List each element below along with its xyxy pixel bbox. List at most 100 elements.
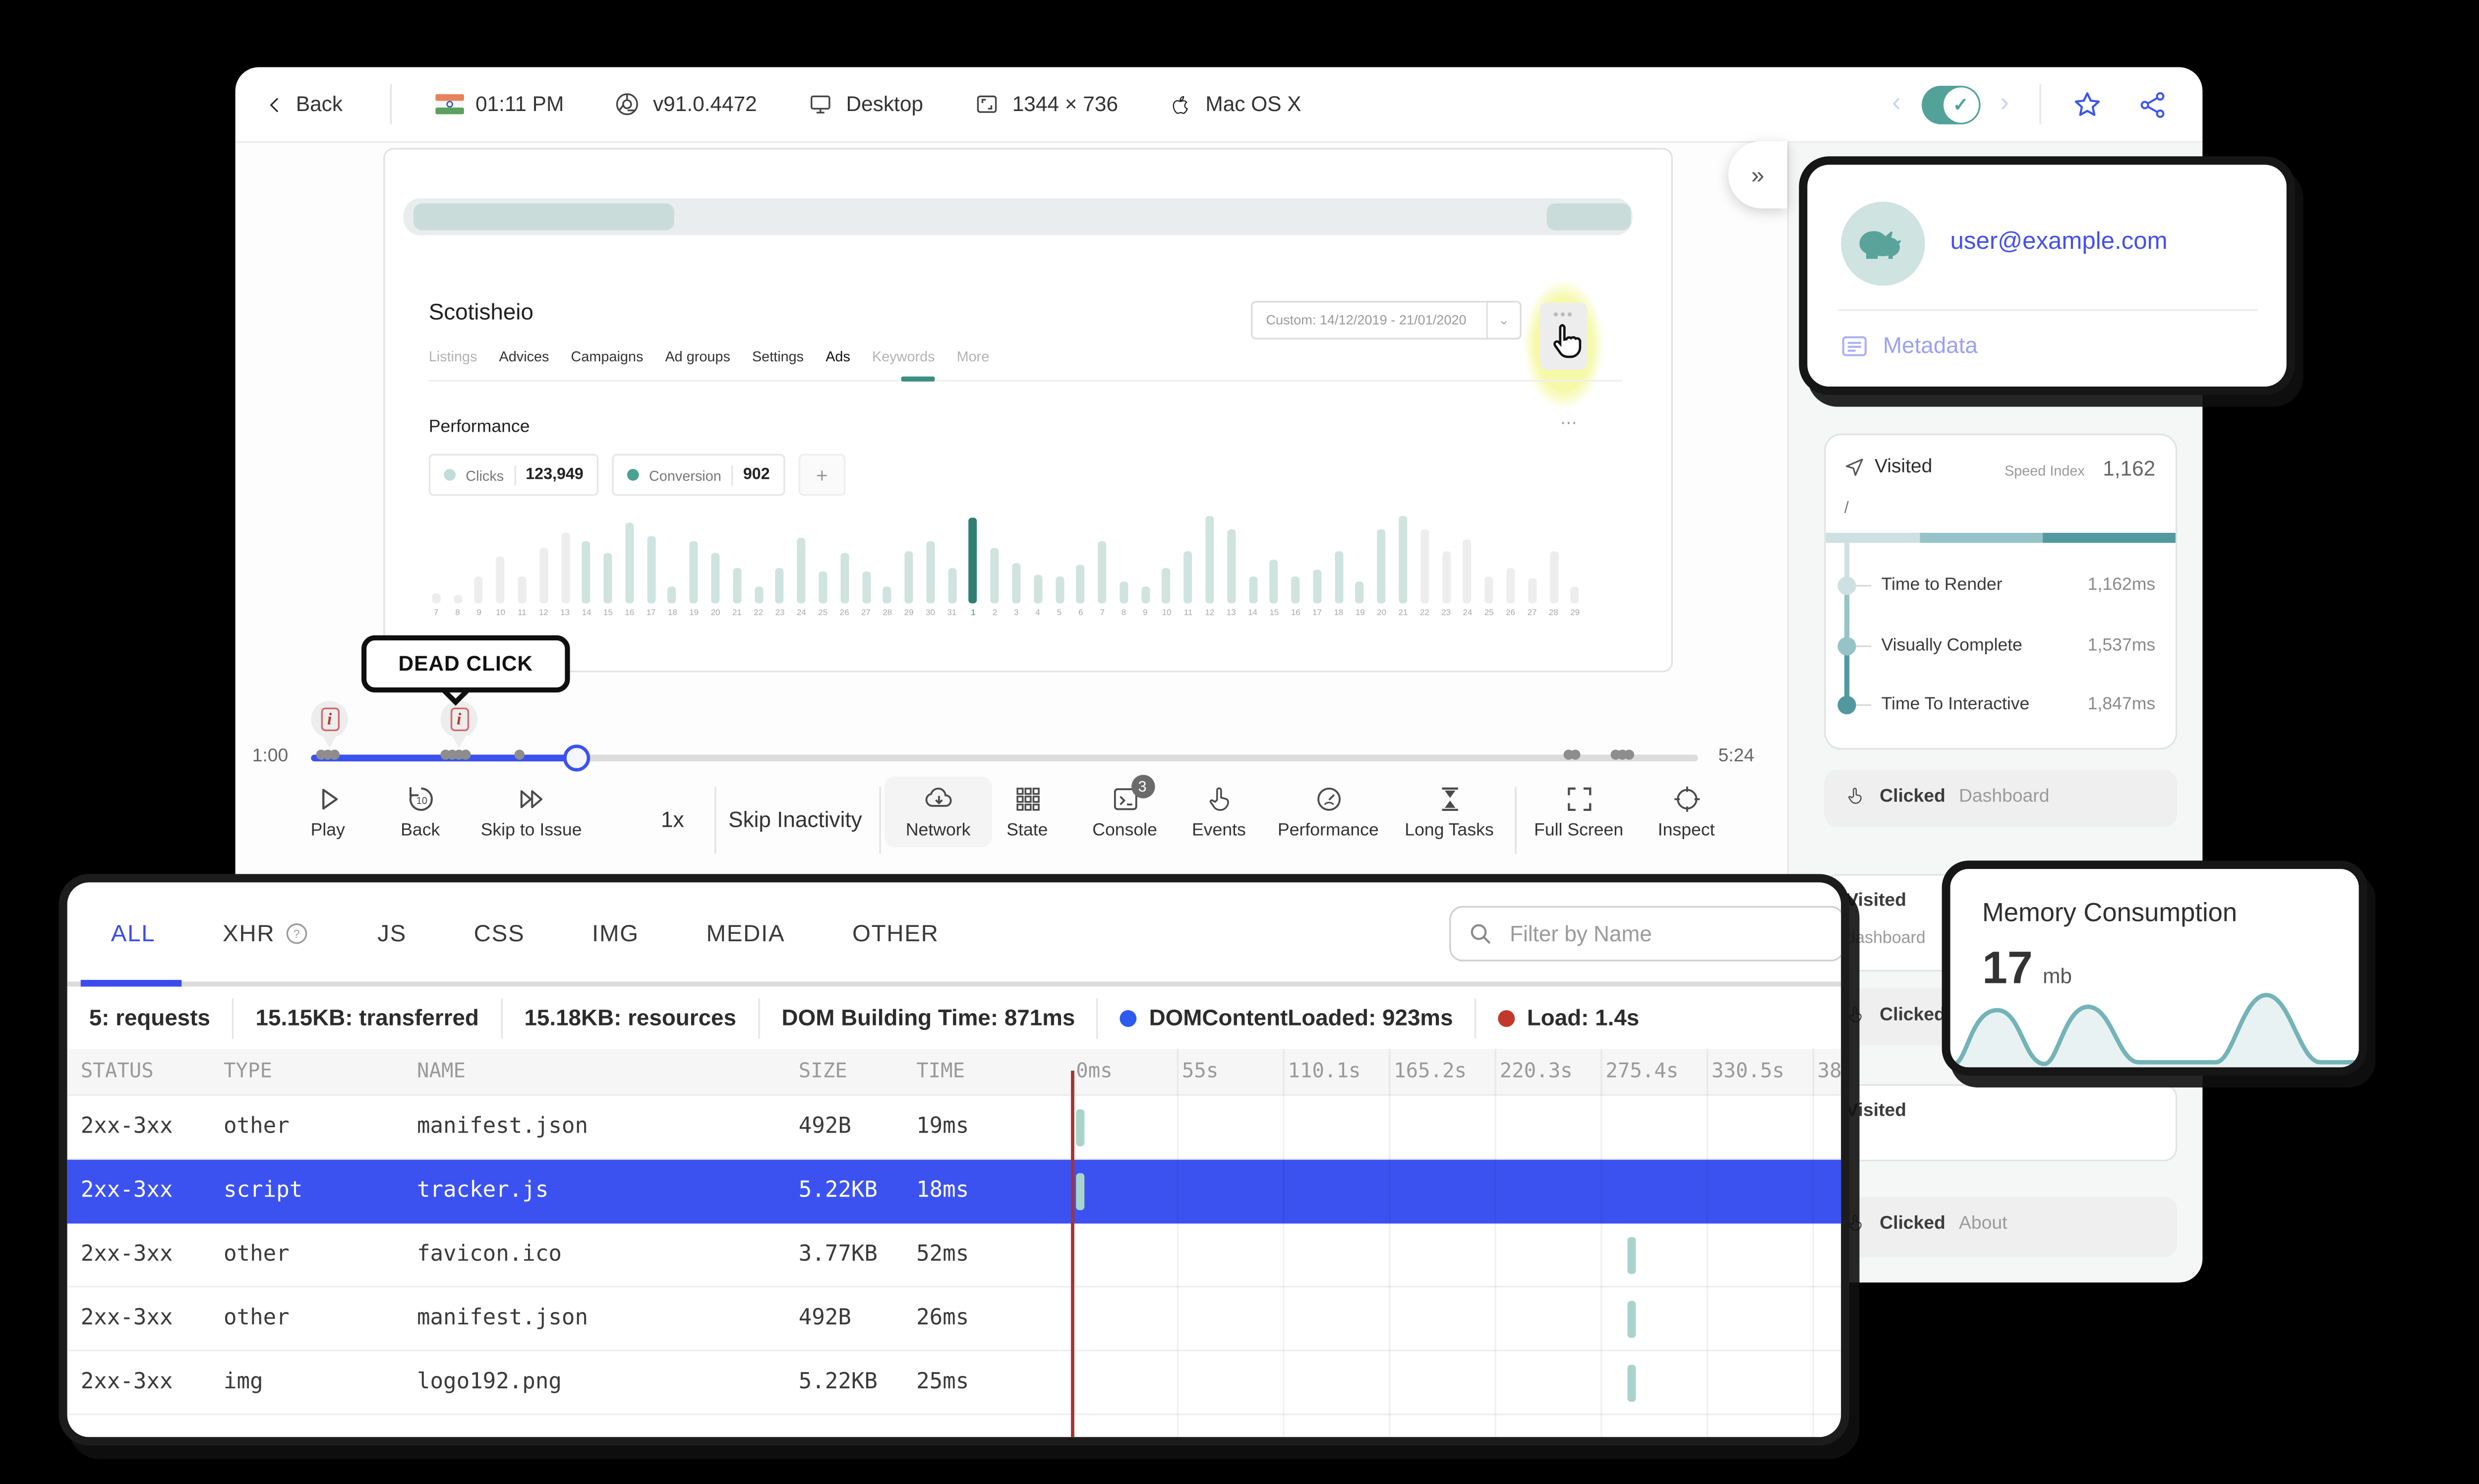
visited-event-card[interactable]: Visited Speed Index 1,162 / Time to Rend… <box>1824 433 2178 750</box>
network-tab-js[interactable]: JS <box>377 919 407 946</box>
stat-text: DOM Building Time: 871ms <box>781 1005 1075 1030</box>
chart-bar-cell: 26 <box>1500 509 1521 620</box>
events-button[interactable]: Events <box>1165 783 1273 841</box>
chart-bar <box>1033 575 1042 604</box>
chart-x-label: 26 <box>839 608 849 619</box>
rhino-icon <box>1859 231 1901 259</box>
chart-bar-cell: 17 <box>1306 509 1328 620</box>
column-header-size[interactable]: SIZE <box>799 1059 847 1082</box>
timeline-playhead[interactable] <box>563 744 590 772</box>
metadata-button[interactable]: Metadata <box>1841 333 1978 358</box>
chart-x-label: 31 <box>947 608 957 619</box>
site-tab-campaigns[interactable]: Campaigns <box>571 348 644 365</box>
chart-bar <box>1549 552 1558 604</box>
memory-consumption-card: Memory Consumption 17 mb <box>1942 860 2367 1076</box>
metric-chip-conversion[interactable]: Conversion 902 <box>612 454 785 496</box>
event-row: Clicked Dashboard <box>1844 785 2050 807</box>
user-email[interactable]: user@example.com <box>1950 228 2168 255</box>
waterfall-bar <box>1627 1365 1636 1402</box>
state-button[interactable]: State <box>973 783 1081 841</box>
load-phase-segment <box>1826 532 1921 543</box>
site-tab-ad-groups[interactable]: Ad groups <box>665 348 730 365</box>
favorite-star-button[interactable] <box>2071 88 2103 120</box>
skip-inactivity-button[interactable]: Skip Inactivity <box>728 807 862 832</box>
network-request-row[interactable]: 2xx-3xx other favicon.ico 3.77KB 52ms <box>67 1223 1841 1288</box>
network-tab-other[interactable]: OTHER <box>852 919 939 946</box>
chart-x-label: 15 <box>1269 608 1279 619</box>
network-request-row[interactable]: 2xx-3xx other manifest.json 492B 19ms <box>67 1095 1841 1160</box>
chart-x-label: 24 <box>1463 608 1473 619</box>
metric-dot-icon <box>1837 695 1856 715</box>
chart-x-label: 27 <box>1527 608 1537 619</box>
cell-status: 2xx-3xx <box>80 1306 173 1331</box>
filter-input[interactable] <box>1506 919 1799 948</box>
visited-event-card[interactable]: Visited <box>1824 1084 2178 1162</box>
network-tab-label: ALL <box>111 919 156 947</box>
date-range-select[interactable]: Custom: 14/12/2019 - 21/01/2020 ⌄ <box>1250 300 1522 340</box>
timeline-event-dot <box>1570 749 1581 760</box>
play-button[interactable]: Play <box>274 783 382 841</box>
network-request-row[interactable]: 2xx-3xx script tracker.js 5.22KB 18ms <box>67 1159 1841 1224</box>
site-tab-more[interactable]: More <box>957 348 990 365</box>
timeline-tick-label: 0ms <box>1076 1059 1113 1083</box>
monitor-icon <box>811 95 831 114</box>
memory-unit: mb <box>2043 965 2072 988</box>
chart-bar-cell: 7 <box>1092 509 1113 620</box>
performance-button[interactable]: Performance <box>1274 783 1382 841</box>
network-request-row[interactable]: 2xx-3xx other manifest.json 492B 26ms <box>67 1287 1841 1352</box>
chart-x-label: 26 <box>1506 608 1516 619</box>
cell-type: other <box>224 1306 290 1331</box>
cell-status: 2xx-3xx <box>80 1114 173 1140</box>
speed-index-label: Speed Index <box>2004 462 2085 479</box>
next-session-button[interactable]: › <box>2000 89 2009 119</box>
chart-bar-cell: 18 <box>1328 509 1349 620</box>
column-header-status[interactable]: STATUS <box>81 1059 154 1082</box>
timeline-tick-label: 110.1s <box>1288 1059 1361 1083</box>
network-tab-img[interactable]: IMG <box>592 919 639 946</box>
full-screen-button[interactable]: Full Screen <box>1525 783 1633 841</box>
site-tab-advices[interactable]: Advices <box>499 348 549 365</box>
chart-bar <box>1120 581 1128 604</box>
long-tasks-button[interactable]: Long Tasks <box>1396 783 1503 841</box>
timeline-event-dot <box>329 749 340 760</box>
column-header-time[interactable]: TIME <box>916 1059 965 1082</box>
share-button[interactable] <box>2137 88 2169 120</box>
network-tab-css[interactable]: CSS <box>474 919 525 946</box>
back-button[interactable]: Back <box>266 93 343 116</box>
section-more-icon[interactable]: ⋯ <box>1560 415 1579 434</box>
memory-sparkline-chart <box>1953 993 2359 1068</box>
chip-divider <box>514 464 516 485</box>
chart-bar-cell: 8 <box>447 509 468 620</box>
clicked-event-card[interactable]: Clicked About <box>1824 1197 2178 1257</box>
site-tab-ads[interactable]: Ads <box>826 348 850 365</box>
chart-x-label: 27 <box>861 608 871 619</box>
clicked-event-card[interactable]: Clicked Dashboard <box>1824 770 2178 827</box>
site-tab-keywords[interactable]: Keywords <box>872 348 935 365</box>
prev-session-button[interactable]: ‹ <box>1892 89 1901 119</box>
column-header-name[interactable]: NAME <box>417 1059 466 1082</box>
site-tab-listings[interactable]: Listings <box>429 348 477 365</box>
network-tab-xhr[interactable]: XHR? <box>223 919 310 946</box>
inspect-button[interactable]: Inspect <box>1633 783 1740 841</box>
chart-bar-cell: 22 <box>748 509 769 620</box>
filter-field[interactable] <box>1449 906 1841 962</box>
issue-marker-pin[interactable]: i <box>440 701 478 748</box>
playback-speed-button[interactable]: 1x <box>661 807 684 832</box>
chart-x-label: 10 <box>1162 608 1172 619</box>
chart-x-label: 22 <box>754 608 764 619</box>
column-header-type[interactable]: TYPE <box>224 1059 272 1082</box>
skip-to-issue-button[interactable]: Skip to Issue <box>477 783 585 841</box>
cell-size: 5.22KB <box>798 1178 878 1203</box>
issue-marker-pin[interactable]: i <box>311 701 348 748</box>
chart-bar <box>1162 569 1171 604</box>
network-tab-media[interactable]: MEDIA <box>706 919 785 946</box>
metric-chip-clicks[interactable]: Clicks 123,949 <box>428 454 599 496</box>
console-button[interactable]: 3 Console <box>1071 775 1179 841</box>
site-tab-settings[interactable]: Settings <box>752 348 804 365</box>
back-button[interactable]: 10 Back <box>366 783 474 841</box>
network-request-row[interactable]: 2xx-3xx img logo192.png 5.22KB 25ms <box>67 1351 1841 1416</box>
os-info: Mac OS X <box>1169 90 1301 118</box>
autoplay-toggle[interactable]: ✓ <box>1921 85 1980 124</box>
network-tab-all[interactable]: ALL <box>111 919 156 946</box>
add-metric-button[interactable]: + <box>798 454 846 496</box>
